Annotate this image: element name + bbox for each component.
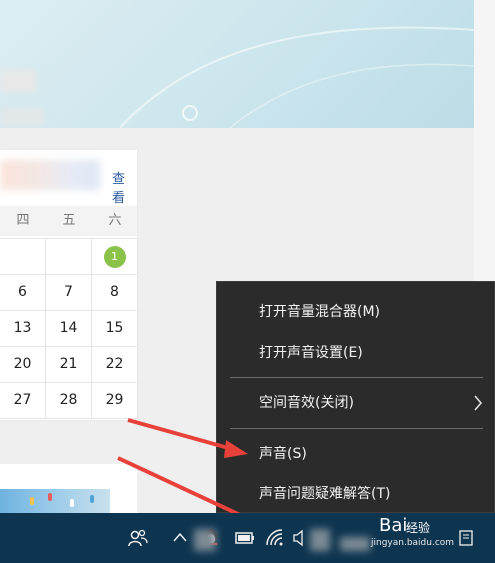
menu-item-open-volume-mixer[interactable]: 打开音量混合器(M) (217, 294, 495, 330)
confetti-dot (30, 497, 34, 505)
lower-card-image (0, 489, 110, 513)
calendar-day-cell[interactable]: 6 (0, 275, 46, 310)
calendar-day-cell[interactable]: 8 (92, 275, 138, 310)
calendar-day-cell[interactable]: 7 (46, 275, 92, 310)
calendar-week-row: 13 14 15 (0, 310, 138, 346)
calendar-week-row: 1 (0, 238, 138, 274)
calendar-day-cell[interactable]: 15 (92, 311, 138, 346)
chevron-right-icon (473, 385, 483, 434)
weekday-label: 六 (108, 213, 122, 228)
confetti-dot (48, 493, 52, 501)
banner-swirl-decoration (119, 26, 474, 128)
chevron-up-icon[interactable] (162, 513, 187, 563)
calendar-day-cell[interactable]: 28 (46, 383, 92, 418)
calendar-week-row: 27 28 29 (0, 382, 138, 419)
calendar-card: 查看 四 五 六 1 6 7 8 13 14 15 20 21 22 27 28… (0, 150, 138, 420)
watermark-label: 经验 (406, 521, 431, 535)
calendar-day-cell[interactable]: 22 (92, 347, 138, 382)
speaker-context-menu: 打开音量混合器(M) 打开声音设置(E) 空间音效(关闭) 声音(S) 声音问题… (216, 281, 495, 513)
calendar-day-cell[interactable]: 21 (46, 347, 92, 382)
menu-item-open-sound-settings[interactable]: 打开声音设置(E) (217, 335, 495, 371)
wifi-icon[interactable] (254, 513, 283, 563)
blurred-region (0, 108, 44, 126)
menu-separator (230, 377, 483, 378)
blurred-region (0, 70, 36, 92)
calendar-weekday-header: 四 五 六 (0, 206, 137, 236)
baidu-watermark: Bai 经验 jingyan.baidu.com (371, 513, 495, 563)
battery-icon[interactable] (222, 513, 254, 563)
menu-separator (230, 428, 483, 429)
calendar-day-cell[interactable]: 14 (46, 311, 92, 346)
calendar-day-cell[interactable]: 27 (0, 383, 46, 418)
wallpaper-banner (0, 0, 474, 128)
watermark-url: jingyan.baidu.com (371, 538, 455, 548)
calendar-day-cell[interactable]: 13 (0, 311, 46, 346)
speaker-icon[interactable] (282, 513, 303, 563)
confetti-dot (90, 495, 94, 503)
calendar-day-cell[interactable]: 20 (0, 347, 46, 382)
blurred-tray-icon (340, 537, 370, 551)
calendar-day-cell[interactable]: 29 (92, 383, 138, 418)
menu-item-label: 空间音效(关闭) (259, 395, 354, 411)
calendar-day-cell[interactable] (0, 239, 46, 274)
confetti-dot (70, 499, 74, 507)
today-badge: 1 (103, 246, 126, 268)
blurred-tray-icon (194, 529, 216, 551)
calendar-grid: 1 6 7 8 13 14 15 20 21 22 27 28 29 (0, 238, 138, 419)
weekday-label: 五 (62, 213, 76, 228)
menu-item-sound[interactable]: 声音(S) (217, 436, 495, 472)
blurred-calendar-header (0, 160, 100, 190)
people-icon[interactable] (116, 513, 148, 563)
menu-item-spatial-sound[interactable]: 空间音效(关闭) (217, 385, 495, 421)
calendar-day-cell-today[interactable]: 1 (92, 239, 138, 274)
weekday-label: 四 (16, 213, 30, 228)
calendar-day-cell[interactable] (46, 239, 92, 274)
calendar-view-link[interactable]: 查看 (112, 168, 137, 206)
menu-item-sound-troubleshoot[interactable]: 声音问题疑难解答(T) (217, 476, 495, 512)
baidu-logo: Bai (379, 515, 408, 536)
calendar-week-row: 20 21 22 (0, 346, 138, 382)
blurred-tray-icon (310, 529, 330, 551)
calendar-week-row: 6 7 8 (0, 274, 138, 310)
